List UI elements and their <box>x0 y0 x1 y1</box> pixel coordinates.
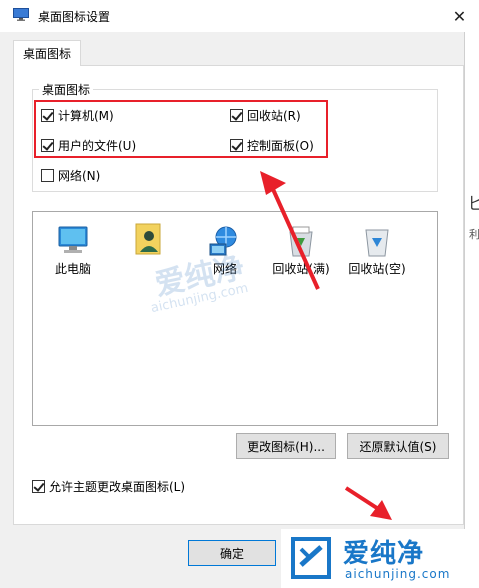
icon-list[interactable]: 此电脑 网络 回收站(满) 回收站(空) <box>32 211 438 426</box>
checkbox-checked-icon[interactable] <box>32 480 45 493</box>
group-legend: 桌面图标 <box>39 81 94 98</box>
tab-panel: 桌面图标 计算机(M) 回收站(R) 用户的文件(U) 控制面板(O) 网络(N… <box>13 65 464 525</box>
icon-label: 此电脑 <box>54 262 91 276</box>
icon-label <box>111 260 187 274</box>
checkbox-network[interactable]: 网络(N) <box>41 167 100 184</box>
close-icon: ✕ <box>452 6 467 26</box>
window-title: 桌面图标设置 <box>38 10 111 24</box>
checkbox-label: 允许主题更改桌面图标(L) <box>49 480 186 494</box>
watermark-url: aichunjing.com <box>345 567 451 581</box>
monitor-icon <box>13 8 29 21</box>
close-button[interactable]: ✕ <box>440 0 479 32</box>
title-bar: 桌面图标设置 ✕ <box>0 0 479 32</box>
checkbox-unchecked-icon[interactable] <box>41 169 54 182</box>
icon-item-this-pc[interactable]: 此电脑 <box>35 218 111 277</box>
icon-label: 回收站(空) <box>348 262 406 276</box>
user-folder-icon <box>135 223 161 255</box>
red-highlight-box <box>34 100 328 158</box>
red-arrow-up-icon <box>260 171 320 290</box>
change-icon-button[interactable]: 更改图标(H)... <box>236 433 336 459</box>
watermark-logo-icon <box>291 537 331 579</box>
checkbox-allow-theme[interactable]: 允许主题更改桌面图标(L) <box>32 478 185 495</box>
watermark-logo-badge: 爱纯净 aichunjing.com <box>281 529 479 588</box>
icon-item-user-files[interactable] <box>111 218 187 274</box>
ok-button[interactable]: 确定 <box>188 540 276 566</box>
watermark-brand: 爱纯净 <box>343 539 425 569</box>
recycle-bin-empty-icon <box>365 229 389 257</box>
background-text-fragment: 匕 <box>468 194 479 213</box>
computer-icon <box>58 226 88 253</box>
network-icon <box>209 226 237 256</box>
background-text-fragment: 利 <box>469 228 479 241</box>
icon-item-recycle-bin-empty[interactable]: 回收站(空) <box>339 218 415 277</box>
checkbox-label: 网络(N) <box>58 169 101 183</box>
tab-desktop-icons[interactable]: 桌面图标 <box>13 40 81 66</box>
red-arrow-down-icon <box>344 486 392 520</box>
restore-default-button[interactable]: 还原默认值(S) <box>347 433 449 459</box>
